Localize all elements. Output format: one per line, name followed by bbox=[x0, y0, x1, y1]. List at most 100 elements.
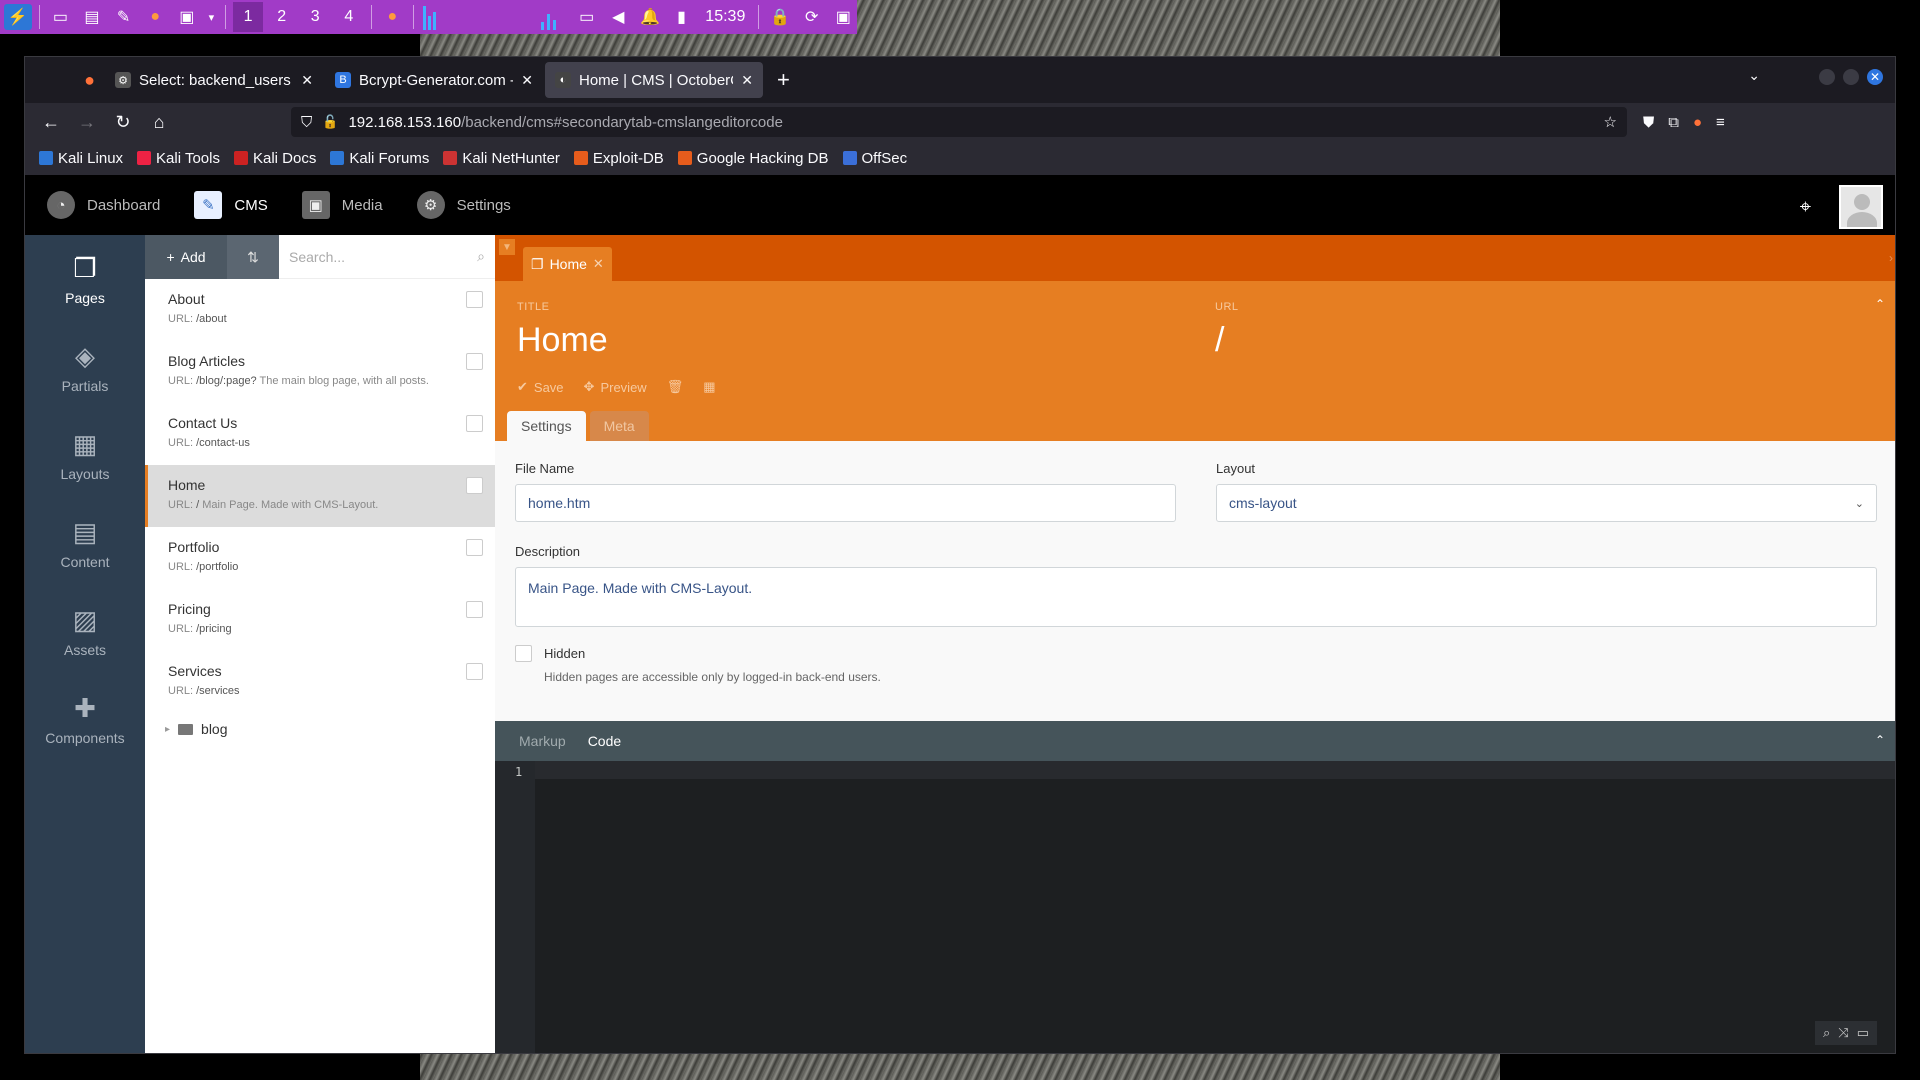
sidebar-item-pages[interactable]: ❐ Pages bbox=[25, 235, 145, 323]
calendar-button[interactable]: ▦ bbox=[703, 379, 715, 395]
crosshair-icon[interactable]: ⌖ bbox=[1800, 196, 1811, 219]
bookmark-star-icon[interactable]: ☆ bbox=[1604, 113, 1617, 131]
tab-backend-users[interactable]: ⚙ Select: backend_users - A ✕ bbox=[105, 62, 323, 98]
volume-icon[interactable]: ◀ bbox=[605, 4, 633, 30]
chevron-down-icon[interactable]: ▾ bbox=[205, 4, 219, 30]
preview-button[interactable]: ✥ Preview bbox=[584, 379, 647, 395]
shuffle-icon[interactable]: ⤨ bbox=[1838, 1025, 1848, 1041]
close-tab-icon[interactable]: ✕ bbox=[593, 256, 604, 272]
workspace-1[interactable]: 1 bbox=[233, 2, 263, 32]
clock[interactable]: 15:39 bbox=[699, 8, 751, 26]
home-button[interactable]: ⌂ bbox=[143, 107, 175, 137]
show-desktop-icon[interactable]: ▭ bbox=[47, 4, 75, 30]
list-item[interactable]: Blog Articles URL: /blog/:page? The main… bbox=[145, 341, 495, 403]
hidden-checkbox[interactable] bbox=[515, 645, 532, 662]
close-window-button[interactable]: ✕ bbox=[1867, 69, 1883, 85]
page-checkbox[interactable] bbox=[466, 601, 483, 618]
title-input[interactable]: Home bbox=[517, 321, 608, 360]
page-checkbox[interactable] bbox=[466, 291, 483, 308]
expand-arrow-icon[interactable]: ▸ bbox=[165, 724, 170, 735]
page-checkbox[interactable] bbox=[466, 663, 483, 680]
list-item[interactable]: Services URL: /services bbox=[145, 651, 495, 713]
search-input[interactable]: Search... ⌕ bbox=[279, 235, 495, 279]
bookmark-kali-forums[interactable]: Kali Forums bbox=[330, 150, 429, 167]
tab-code[interactable]: Code bbox=[588, 733, 621, 749]
bookmark-offsec[interactable]: OffSec bbox=[842, 150, 907, 167]
tab-october-cms[interactable]: ◐ Home | CMS | OctoberCM ✕ bbox=[545, 62, 763, 98]
notification-bell-icon[interactable]: 🔔 bbox=[636, 4, 664, 30]
lock-icon[interactable]: 🔒 bbox=[766, 4, 794, 30]
maximize-button[interactable] bbox=[1843, 69, 1859, 85]
extensions-icon[interactable]: ⧉ bbox=[1668, 114, 1679, 131]
sidebar-item-assets[interactable]: ▨ Assets bbox=[25, 587, 145, 675]
topnav-settings[interactable]: ⚙ Settings bbox=[416, 191, 511, 219]
save-button[interactable]: ✔ Save bbox=[517, 379, 564, 395]
display-icon[interactable]: ▭ bbox=[573, 4, 601, 30]
tab-meta[interactable]: Meta bbox=[589, 411, 649, 441]
bookmark-kali-nethunter[interactable]: Kali NetHunter bbox=[443, 150, 560, 167]
list-all-tabs-icon[interactable]: ⌄ bbox=[1748, 67, 1760, 84]
topnav-dashboard[interactable]: ◔ Dashboard bbox=[47, 191, 160, 219]
sidebar-item-content[interactable]: ▤ Content bbox=[25, 499, 145, 587]
add-page-button[interactable]: + Add bbox=[145, 235, 227, 279]
lock-icon[interactable]: 🔓 bbox=[322, 114, 338, 130]
collapse-icon[interactable]: ⌃ bbox=[1875, 733, 1885, 747]
bookmark-kali-linux[interactable]: Kali Linux bbox=[39, 150, 123, 167]
chevron-right-icon[interactable]: › bbox=[1889, 251, 1893, 265]
description-field[interactable]: Main Page. Made with CMS-Layout. bbox=[515, 567, 1877, 627]
hamburger-menu-icon[interactable]: ≡ bbox=[1716, 114, 1725, 131]
fullscreen-icon[interactable]: ▭ bbox=[1857, 1025, 1869, 1041]
reload-button[interactable]: ↻ bbox=[107, 107, 139, 137]
bookmark-kali-docs[interactable]: Kali Docs bbox=[233, 150, 316, 167]
page-checkbox[interactable] bbox=[466, 539, 483, 556]
bookmark-kali-tools[interactable]: Kali Tools bbox=[137, 150, 220, 167]
forward-button[interactable]: → bbox=[71, 107, 103, 137]
foxyproxy-icon[interactable]: ● bbox=[1693, 114, 1702, 131]
bookmark-exploit-db[interactable]: Exploit-DB bbox=[573, 150, 664, 167]
page-checkbox[interactable] bbox=[466, 477, 483, 494]
layout-select[interactable]: cms-layout ⌄ bbox=[1216, 484, 1877, 522]
list-item[interactable]: Home URL: / Main Page. Made with CMS-Lay… bbox=[145, 465, 495, 527]
workspace-4[interactable]: 4 bbox=[334, 2, 364, 32]
delete-button[interactable]: 🗑 bbox=[667, 379, 684, 395]
topnav-cms[interactable]: ✎ CMS bbox=[194, 191, 268, 219]
back-button[interactable]: ← bbox=[35, 107, 67, 137]
new-tab-button[interactable]: + bbox=[765, 67, 802, 93]
folder-item-blog[interactable]: ▸ blog bbox=[145, 713, 495, 745]
sidebar-item-layouts[interactable]: ▦ Layouts bbox=[25, 411, 145, 499]
terminal-small-icon[interactable]: ▣ bbox=[830, 4, 858, 30]
collapse-icon[interactable]: ⌃ bbox=[1875, 297, 1885, 311]
url-input[interactable]: / bbox=[1215, 321, 1239, 360]
tab-home[interactable]: ❐ Home ✕ bbox=[523, 247, 612, 281]
tab-markup[interactable]: Markup bbox=[519, 733, 566, 749]
tab-settings[interactable]: Settings bbox=[507, 411, 586, 441]
search-icon[interactable]: ⌕ bbox=[1823, 1025, 1830, 1041]
pin-icon[interactable]: ▼ bbox=[499, 239, 515, 255]
firefox-view-icon[interactable]: ● bbox=[25, 62, 105, 98]
list-item[interactable]: Contact Us URL: /contact-us bbox=[145, 403, 495, 465]
list-item[interactable]: Pricing URL: /pricing bbox=[145, 589, 495, 651]
shield-icon[interactable]: ⛉ bbox=[301, 114, 312, 131]
close-tab-icon[interactable]: ✕ bbox=[741, 72, 753, 89]
terminal-icon[interactable]: ▣ bbox=[173, 4, 201, 30]
file-manager-icon[interactable]: ▤ bbox=[78, 4, 106, 30]
close-tab-icon[interactable]: ✕ bbox=[301, 72, 313, 89]
battery-icon[interactable]: ▮ bbox=[668, 4, 696, 30]
page-checkbox[interactable] bbox=[466, 415, 483, 432]
bookmark-google-hacking-db[interactable]: Google Hacking DB bbox=[677, 150, 829, 167]
sidebar-item-components[interactable]: ✚ Components bbox=[25, 675, 145, 763]
topnav-media[interactable]: ▣ Media bbox=[301, 191, 383, 219]
close-tab-icon[interactable]: ✕ bbox=[521, 72, 533, 89]
workspace-3[interactable]: 3 bbox=[300, 2, 330, 32]
sort-button[interactable]: ⇅ bbox=[227, 235, 279, 279]
list-item[interactable]: About URL: /about bbox=[145, 279, 495, 341]
page-checkbox[interactable] bbox=[466, 353, 483, 370]
firefox-icon[interactable]: ● bbox=[141, 4, 169, 30]
logout-icon[interactable]: ⟳ bbox=[798, 4, 826, 30]
workspace-2[interactable]: 2 bbox=[267, 2, 297, 32]
text-editor-icon[interactable]: ✎ bbox=[110, 4, 138, 30]
firefox-window-icon[interactable]: ● bbox=[379, 4, 407, 30]
sidebar-item-partials[interactable]: ◈ Partials bbox=[25, 323, 145, 411]
code-editor[interactable]: 1 ⌕ ⤨ ▭ bbox=[495, 761, 1895, 1053]
list-item[interactable]: Portfolio URL: /portfolio bbox=[145, 527, 495, 589]
